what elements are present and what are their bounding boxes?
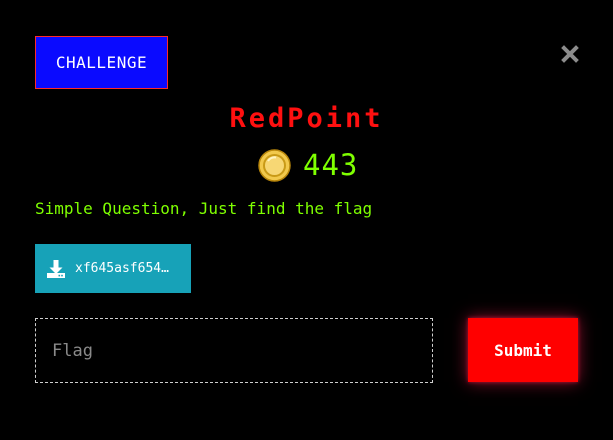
download-icon: [47, 259, 65, 278]
file-name: xf645asf654…: [75, 261, 169, 276]
close-button[interactable]: [558, 42, 582, 66]
challenge-description: Simple Question, Just find the flag: [35, 199, 373, 218]
download-file-button[interactable]: xf645asf654…: [35, 244, 191, 293]
points-display: 443: [258, 147, 358, 183]
coin-icon: [258, 148, 291, 182]
tab-challenge[interactable]: CHALLENGE: [35, 36, 168, 89]
points-value: 443: [303, 148, 359, 182]
flag-input[interactable]: [35, 318, 433, 383]
close-icon: [561, 45, 579, 63]
challenge-title: RedPoint: [229, 103, 384, 134]
submit-button[interactable]: Submit: [468, 318, 578, 382]
